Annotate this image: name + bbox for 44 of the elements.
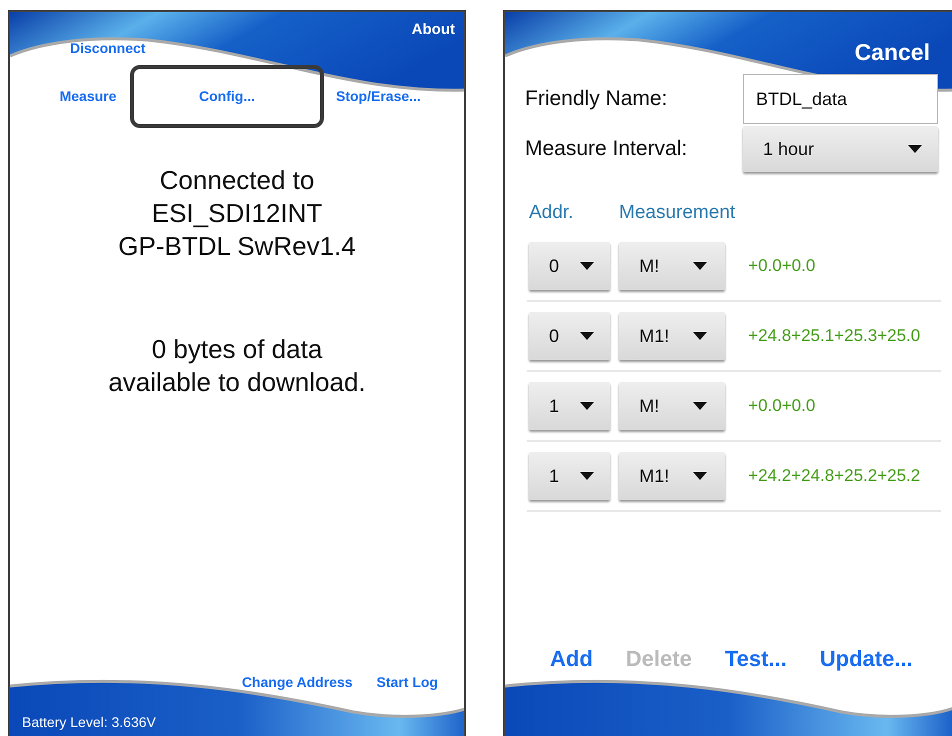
status-text: 0 bytes of data (152, 333, 322, 366)
name-field[interactable]: BTDL_data (743, 74, 938, 124)
nav-button[interactable]: Config... (130, 64, 324, 128)
action-button[interactable]: Add (550, 646, 593, 672)
nav-button[interactable]: Measure (50, 88, 126, 104)
reading-text: +24.2+24.8+25.2+25.2 (748, 465, 922, 487)
reading-text: +0.0+0.0 (748, 255, 816, 277)
cancel-button[interactable]: Cancel (854, 39, 930, 66)
address-dropdown[interactable]: 0 (529, 242, 610, 290)
action-button[interactable]: Test... (724, 646, 787, 672)
caret-icon (580, 402, 594, 410)
status-text: GP-BTDL SwRev1.4 (118, 230, 356, 263)
footer-link[interactable]: Start Log (376, 674, 438, 690)
disconnect-button[interactable]: Disconnect (70, 40, 146, 56)
field-label: Measure Interval: (525, 137, 688, 161)
nav-button[interactable]: Stop/Erase... (334, 88, 423, 104)
command-dropdown[interactable]: M! (619, 382, 726, 430)
battery-level: Battery Level: 3.636V (21, 713, 156, 732)
column-header: Addr. (529, 202, 574, 224)
caret-icon (693, 402, 708, 410)
address-dropdown[interactable]: 0 (529, 312, 610, 360)
reading-text: +0.0+0.0 (748, 395, 816, 417)
interval-dropdown[interactable]: 1 hour (743, 126, 938, 172)
field-label: Friendly Name: (525, 87, 668, 111)
caret-icon (908, 145, 922, 153)
address-dropdown[interactable]: 1 (529, 452, 610, 500)
command-dropdown[interactable]: M1! (619, 452, 726, 500)
command-dropdown[interactable]: M! (619, 242, 726, 290)
address-dropdown[interactable]: 1 (529, 382, 610, 430)
caret-icon (580, 472, 594, 480)
about-button[interactable]: About (412, 21, 455, 38)
caret-icon (693, 472, 708, 480)
reading-text: +24.8+25.1+25.3+25.0 (748, 325, 922, 347)
status-text: ESI_SDI12INT (152, 197, 322, 230)
command-dropdown[interactable]: M1! (619, 312, 726, 360)
caret-icon (580, 332, 594, 340)
column-header: Measurement (619, 202, 736, 224)
footer-link[interactable]: Change Address (242, 674, 353, 690)
action-button[interactable]: Update... (820, 646, 913, 672)
caret-icon (693, 332, 708, 340)
status-text: Connected to (160, 164, 314, 197)
status-text: available to download. (108, 366, 366, 399)
caret-icon (580, 262, 594, 270)
caret-icon (693, 262, 708, 270)
